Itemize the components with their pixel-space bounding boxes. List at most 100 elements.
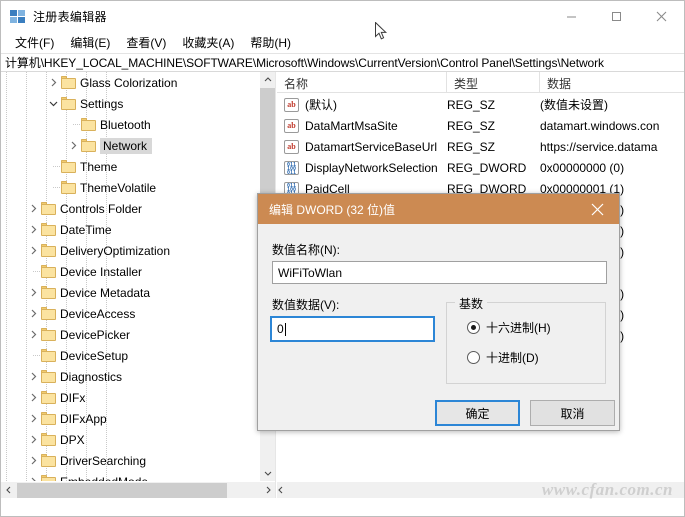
tree-node[interactable]: EmbeddedMode [1,471,261,481]
value-type: REG_SZ [447,139,496,154]
chevron-right-icon[interactable] [25,306,41,322]
minimize-button[interactable] [549,1,594,32]
dialog-close-icon[interactable] [575,194,619,224]
tree-node[interactable]: DPX [1,429,261,450]
chevron-down-icon[interactable] [45,96,61,112]
chevron-right-icon[interactable] [65,138,81,154]
tree-node-label: DateTime [60,222,112,237]
folder-icon [41,223,56,236]
tree-node[interactable]: Controls Folder [1,198,261,219]
tree-horizontal-scrollbar[interactable] [1,482,275,498]
tree-node[interactable]: DriverSearching [1,450,261,471]
value-data-text: 0 [277,322,284,336]
radio-hexadecimal-icon [467,321,480,334]
value-row[interactable]: ab DataMartMsaSite REG_SZ datamart.windows.… [277,115,684,136]
chevron-right-icon[interactable] [25,222,41,238]
chevron-right-icon[interactable] [25,285,41,301]
maximize-button[interactable] [594,1,639,32]
menu-edit[interactable]: 编辑(E) [62,32,118,53]
tree-node-label: Controls Folder [60,201,143,216]
folder-icon [61,181,76,194]
chevron-right-icon[interactable] [25,243,41,259]
tree-node[interactable]: Network [1,135,261,156]
folder-icon [41,307,56,320]
radio-decimal[interactable]: 十进制(D) [467,349,539,366]
close-button[interactable] [639,1,684,32]
radio-hexadecimal[interactable]: 十六进制(H) [467,319,551,336]
dword-value-icon: 011100011 [284,160,299,175]
value-name-input[interactable]: WiFiToWlan [272,261,607,284]
edit-dword-dialog: 编辑 DWORD (32 位)值 数值名称(N): WiFiToWlan 数值数… [257,193,620,431]
value-row[interactable]: 01 1 10 0 01 1 DisplayNetworkSelection REG_DWOR… [277,157,684,178]
value-data: datamart.windows.con [540,118,660,133]
folder-icon [41,454,56,467]
tree-scroll-thumb[interactable] [260,88,275,206]
ok-button[interactable]: 确定 [435,400,520,426]
registry-key-tree[interactable]: Glass Colorization Settings Bluetooth Netwo… [1,72,261,481]
tree-scroll-down-icon[interactable] [260,465,275,481]
radio-decimal-icon [467,351,480,364]
value-data: https://service.datama [540,139,658,154]
tree-node[interactable]: DeviceSetup [1,345,261,366]
tree-node[interactable]: DeviceAccess [1,303,261,324]
tree-node-label: Network [100,137,153,154]
value-name-label: 数值名称(N): [272,243,340,257]
cancel-button[interactable]: 取消 [530,400,615,426]
tree-node-label: DeliveryOptimization [60,243,171,258]
value-row[interactable]: ab (默认) REG_SZ (数值未设置) [277,94,684,115]
base-group-label: 基数 [455,295,488,312]
tree-node[interactable]: DeliveryOptimization [1,240,261,261]
tree-scroll-up-icon[interactable] [260,72,275,88]
chevron-right-icon[interactable] [25,201,41,217]
tree-node[interactable]: DateTime [1,219,261,240]
tree-node[interactable]: DevicePicker [1,324,261,345]
tree-hscroll-left-icon[interactable] [1,482,17,498]
chevron-right-icon[interactable] [25,327,41,343]
tree-node[interactable]: Bluetooth [1,114,261,135]
chevron-right-icon[interactable] [25,369,41,385]
tree-hscroll-right-icon[interactable] [260,482,275,498]
value-data-input[interactable]: 0 [270,316,435,342]
registry-editor-window: 注册表编辑器 文件(F) 编辑(E) 查看(V) 收藏夹(A) 帮助(H) 计算… [0,0,685,517]
chevron-right-icon[interactable] [25,390,41,406]
registry-icon [10,9,26,25]
folder-icon [41,349,56,362]
column-data[interactable]: 数据 [540,72,684,93]
column-type[interactable]: 类型 [447,72,540,93]
menu-bar: 文件(F) 编辑(E) 查看(V) 收藏夹(A) 帮助(H) [1,32,684,53]
menu-help[interactable]: 帮助(H) [242,32,299,53]
value-row[interactable]: ab DatamartServiceBaseUrl REG_SZ https://se… [277,136,684,157]
title-bar: 注册表编辑器 [1,1,684,32]
chevron-right-icon[interactable] [25,432,41,448]
menu-view[interactable]: 查看(V) [118,32,174,53]
values-hscroll-left-icon[interactable] [277,481,285,498]
tree-node-label: DevicePicker [60,327,131,342]
window-controls [549,1,684,32]
address-bar[interactable]: 计算机\HKEY_LOCAL_MACHINE\SOFTWARE\Microsof… [1,53,684,72]
value-type: REG_DWORD [447,160,527,175]
tree-node[interactable]: Diagnostics [1,366,261,387]
chevron-right-icon[interactable] [25,453,41,469]
radio-decimal-label: 十进制(D) [486,351,539,365]
chevron-right-icon[interactable] [45,75,61,91]
folder-icon [61,97,76,110]
tree-node[interactable]: Theme [1,156,261,177]
folder-icon [81,139,96,152]
tree-node[interactable]: Glass Colorization [1,72,261,93]
menu-file[interactable]: 文件(F) [7,32,62,53]
tree-node[interactable]: Device Metadata [1,282,261,303]
menu-favorites[interactable]: 收藏夹(A) [174,32,242,53]
tree-hscroll-thumb[interactable] [17,482,227,498]
value-data: (数值未设置) [540,98,608,112]
chevron-right-icon[interactable] [25,411,41,427]
tree-node[interactable]: DIFx [1,387,261,408]
tree-node[interactable]: ThemeVolatile [1,177,261,198]
tree-connector-icon [45,180,61,196]
tree-node[interactable]: DIFxApp [1,408,261,429]
key-tree-pane: Glass Colorization Settings Bluetooth Netwo… [1,72,276,498]
column-name[interactable]: 名称 [277,72,447,93]
chevron-right-icon[interactable] [25,474,41,481]
tree-node[interactable]: Device Installer [1,261,261,282]
tree-node[interactable]: Settings [1,93,261,114]
tree-node-label: Bluetooth [100,117,151,132]
